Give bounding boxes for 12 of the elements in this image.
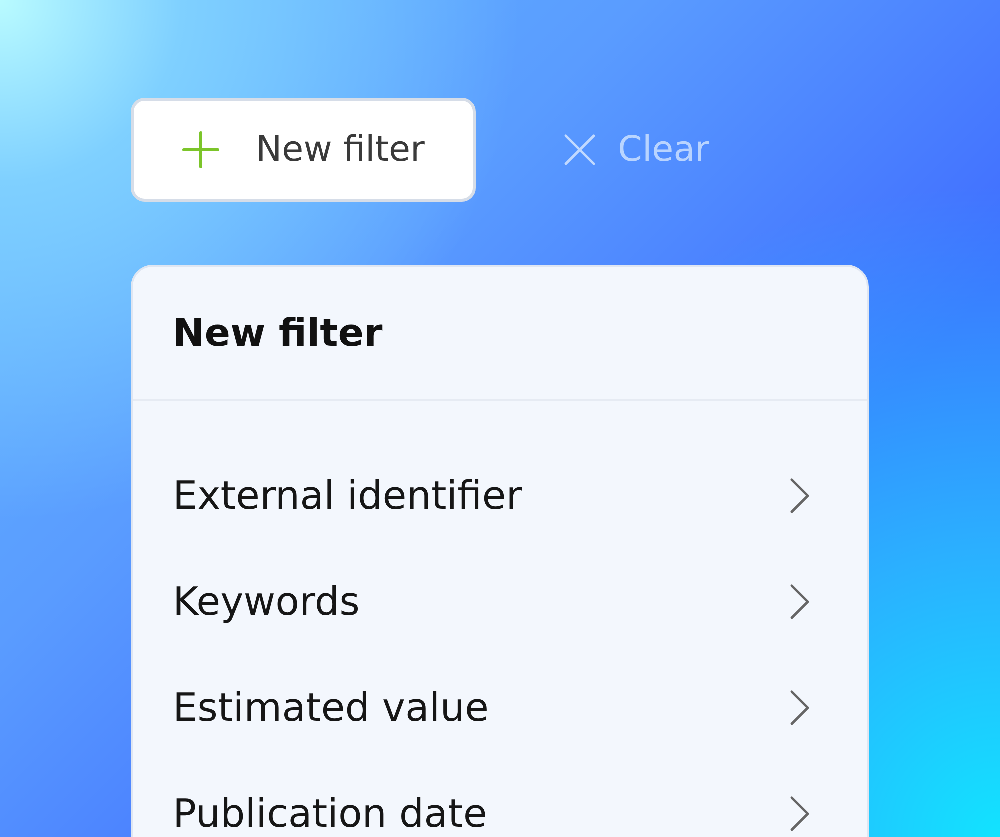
chevron-right-icon — [789, 477, 811, 515]
menu-item[interactable]: Publication date — [133, 761, 867, 837]
plus-icon — [182, 131, 220, 169]
chevron-right-icon — [789, 583, 811, 621]
chevron-right-icon — [789, 689, 811, 727]
close-icon — [564, 134, 596, 166]
new-filter-button[interactable]: New filter — [131, 98, 476, 202]
chevron-right-icon — [789, 795, 811, 833]
menu-item[interactable]: External identifier — [133, 443, 867, 549]
menu-title: New filter — [173, 311, 383, 355]
menu-item[interactable]: Estimated value — [133, 655, 867, 761]
menu-item[interactable]: Keywords — [133, 549, 867, 655]
